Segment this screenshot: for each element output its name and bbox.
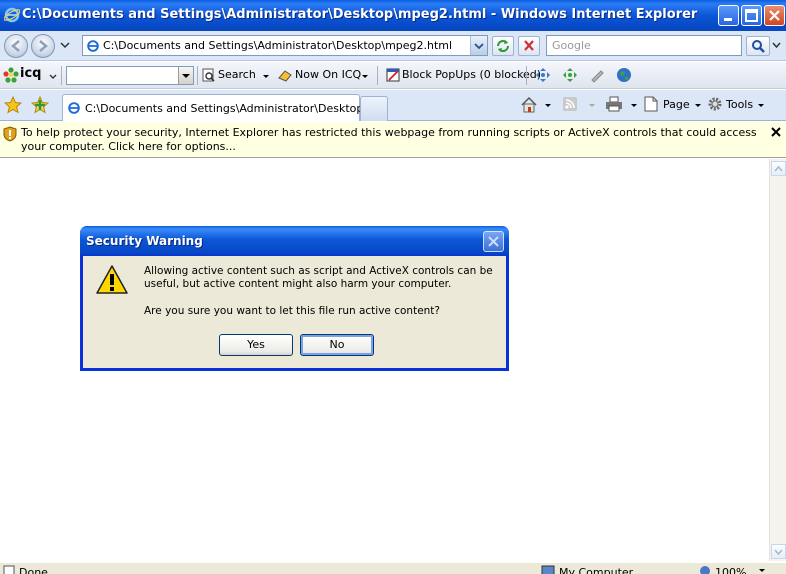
home-chevron-icon[interactable] <box>544 103 552 109</box>
information-bar-message: To help protect your security, Internet … <box>21 126 757 153</box>
search-button[interactable] <box>746 36 770 56</box>
chevron-down-icon <box>182 74 190 78</box>
pencil-icon[interactable] <box>589 67 605 83</box>
tools-chevron-icon[interactable] <box>757 103 765 109</box>
dialog-title: Security Warning <box>86 234 203 248</box>
icq-logo[interactable]: icq <box>20 66 41 81</box>
page-ie-icon <box>68 102 80 114</box>
move-arrows-icon[interactable] <box>535 67 551 83</box>
forward-arrow-icon <box>39 40 48 52</box>
tab-title: C:\Documents and Settings\Administrator\… <box>85 102 389 115</box>
maximize-icon <box>745 9 758 22</box>
dialog-message: Allowing active content such as script a… <box>144 265 493 290</box>
search-page-icon <box>202 68 215 82</box>
maximize-button[interactable] <box>741 5 762 26</box>
zoom-chevron-icon[interactable] <box>758 568 766 574</box>
forward-button[interactable] <box>31 34 55 58</box>
feeds-icon[interactable] <box>562 96 578 112</box>
status-bar: Done My Computer 100% <box>0 562 786 574</box>
computer-icon <box>541 565 555 574</box>
warning-icon <box>96 265 128 294</box>
refresh-button[interactable] <box>492 36 514 56</box>
icq-menu-chevron-icon[interactable] <box>49 74 57 80</box>
icq-search-combo[interactable] <box>66 66 194 85</box>
page-icon <box>644 96 658 112</box>
address-toolbar: C:\Documents and Settings\Administrator\… <box>0 31 786 61</box>
dialog-close-button[interactable] <box>483 231 504 252</box>
new-tab-button[interactable] <box>360 96 388 121</box>
tools-menu-button[interactable]: Tools <box>726 98 753 111</box>
magnifier-icon <box>752 40 765 53</box>
print-icon[interactable] <box>605 96 623 112</box>
chevron-down-icon <box>474 43 484 50</box>
toolbar-separator <box>197 66 198 85</box>
tab-current[interactable]: C:\Documents and Settings\Administrator\… <box>62 94 388 121</box>
stop-button[interactable] <box>518 36 540 56</box>
page-ie-icon <box>87 40 99 52</box>
search-options-chevron-icon[interactable] <box>262 74 270 80</box>
scroll-down-button[interactable] <box>771 544 786 559</box>
close-icon <box>769 10 780 21</box>
refresh-icon <box>497 40 509 52</box>
icq-combo-dropdown[interactable] <box>178 67 193 84</box>
block-popups-icon <box>386 68 400 82</box>
icq-search-button[interactable]: Search <box>218 68 256 81</box>
toolbar-separator <box>377 66 378 85</box>
security-shield-icon <box>3 126 17 142</box>
yes-button[interactable]: Yes <box>219 334 293 356</box>
window-title-bar[interactable]: C:\Documents and Settings\Administrator\… <box>0 0 786 31</box>
search-options-chevron-icon[interactable] <box>772 42 781 50</box>
feeds-chevron-icon[interactable] <box>588 103 596 109</box>
address-dropdown-button[interactable] <box>470 36 487 55</box>
recent-pages-chevron-icon[interactable] <box>60 42 70 50</box>
tab-bar: C:\Documents and Settings\Administrator\… <box>0 90 786 121</box>
toolbar-separator <box>61 66 62 85</box>
page-chevron-icon[interactable] <box>694 103 702 109</box>
favorites-star-icon[interactable] <box>4 96 22 114</box>
toolbar-separator <box>526 66 527 85</box>
status-text: Done <box>19 566 48 574</box>
address-input[interactable]: C:\Documents and Settings\Administrator\… <box>82 35 488 56</box>
internet-explorer-icon <box>4 7 20 23</box>
minimize-button[interactable] <box>718 5 739 26</box>
information-bar[interactable]: To help protect your security, Internet … <box>0 122 786 158</box>
close-button[interactable] <box>764 5 785 26</box>
chevron-down-icon <box>774 549 783 556</box>
zoom-level[interactable]: 100% <box>715 566 746 574</box>
add-favorites-icon[interactable] <box>31 96 49 114</box>
back-arrow-icon <box>11 40 20 52</box>
no-button[interactable]: No <box>300 334 374 356</box>
globe-icon[interactable] <box>616 67 632 83</box>
resize-arrows-icon[interactable] <box>562 67 578 83</box>
chevron-up-icon <box>774 165 783 172</box>
search-input[interactable]: Google <box>546 35 742 56</box>
now-on-icq-icon <box>278 70 292 82</box>
address-url: C:\Documents and Settings\Administrator\… <box>103 39 453 52</box>
gear-icon <box>708 97 722 111</box>
window-title: C:\Documents and Settings\Administrator\… <box>22 7 698 22</box>
page-status-icon <box>3 565 15 574</box>
now-on-icq-chevron-icon[interactable] <box>361 74 369 80</box>
dialog-question: Are you sure you want to let this file r… <box>144 305 440 317</box>
close-icon[interactable] <box>771 127 781 137</box>
icq-flower-icon <box>3 67 19 83</box>
minimize-icon <box>724 18 732 21</box>
stop-icon <box>524 40 534 51</box>
icq-toolbar: icq Search Now On ICQ Block PopUps (0 bl… <box>0 62 786 89</box>
search-placeholder: Google <box>552 39 591 52</box>
back-button[interactable] <box>4 34 28 58</box>
scroll-up-button[interactable] <box>771 161 786 176</box>
page-menu-button[interactable]: Page <box>663 98 690 111</box>
print-chevron-icon[interactable] <box>630 103 638 109</box>
security-warning-dialog: Security Warning Allowing active content… <box>80 226 509 371</box>
vertical-scrollbar[interactable] <box>769 159 786 561</box>
block-popups-button[interactable]: Block PopUps (0 blocked) <box>402 68 541 81</box>
close-icon <box>488 236 499 247</box>
security-zone: My Computer <box>559 566 634 574</box>
now-on-icq-button[interactable]: Now On ICQ <box>295 68 361 81</box>
dialog-title-bar[interactable]: Security Warning <box>80 226 509 256</box>
zoom-icon <box>700 566 710 574</box>
home-icon[interactable] <box>520 96 538 113</box>
